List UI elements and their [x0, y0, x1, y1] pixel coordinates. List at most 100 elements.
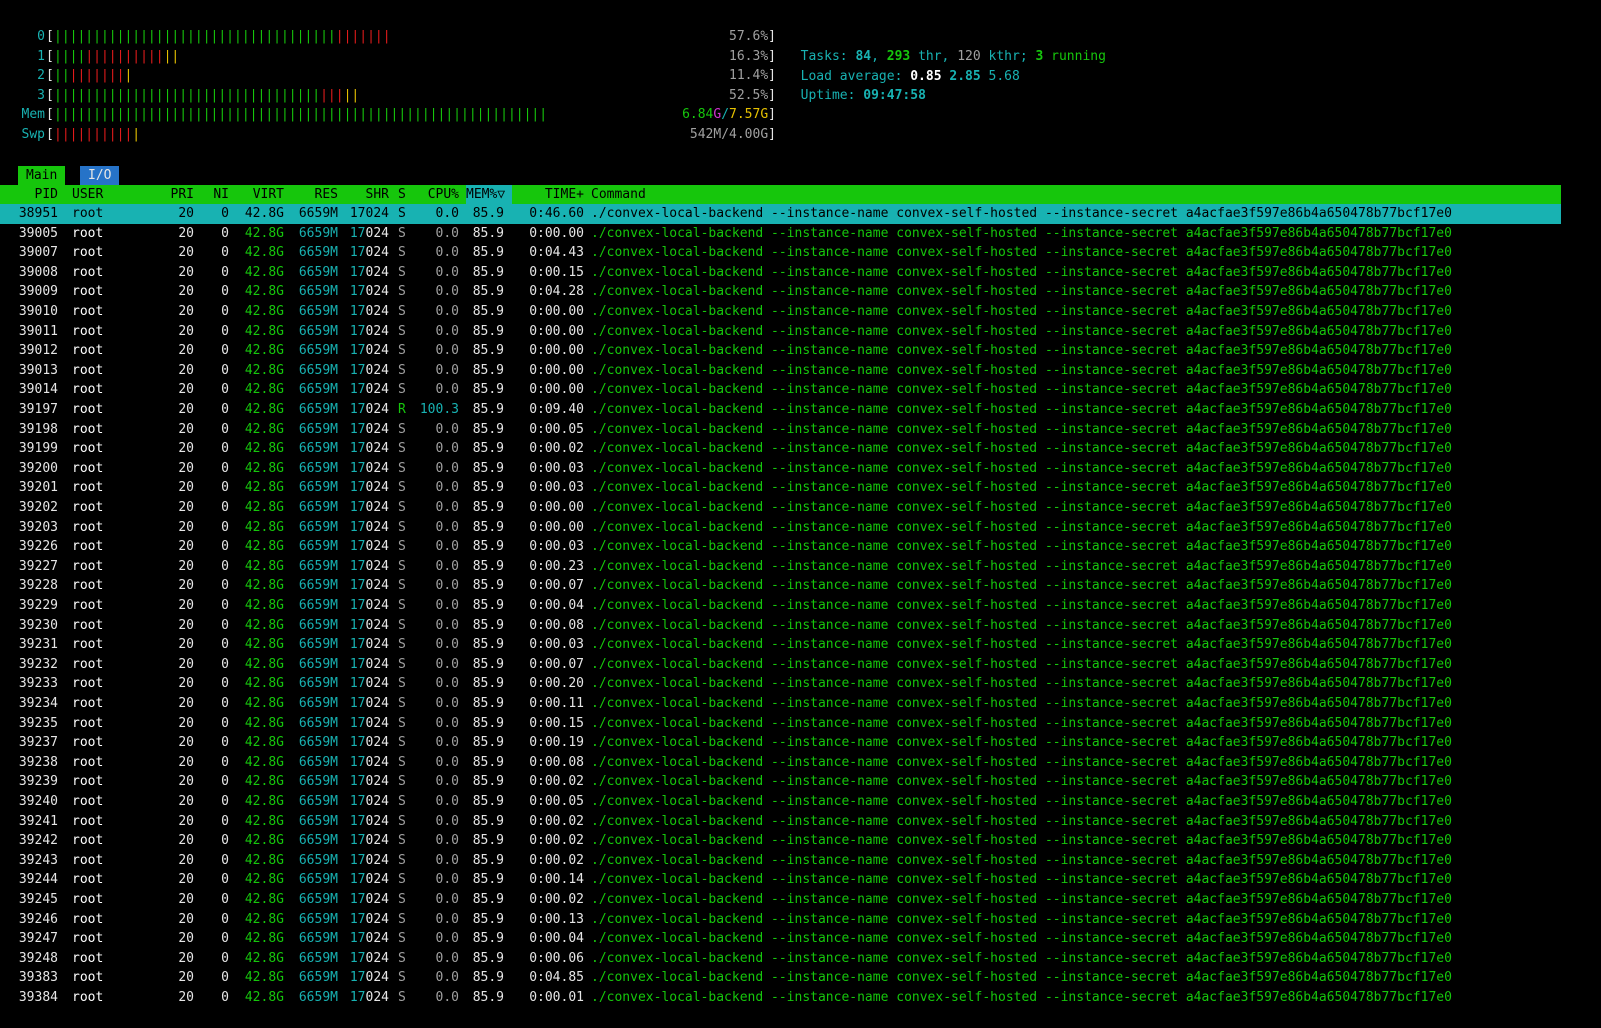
table-row[interactable]: 39231 root 20 0 42.8G 6659M 17024 S 0.0 85.9 0:00.…: [0, 635, 1561, 655]
table-row[interactable]: 39383 root 20 0 42.8G 6659M 17024 S 0.0 85.9 0:04.…: [0, 968, 1561, 988]
table-row[interactable]: 39238 root 20 0 42.8G 6659M 17024 S 0.0 85.9 0:00.…: [0, 753, 1561, 773]
user-cell: root: [72, 892, 104, 907]
table-row[interactable]: 39233 root 20 0 42.8G 6659M 17024 S 0.0 85.9 0:00.…: [0, 674, 1561, 694]
nice-cell: 0: [221, 715, 229, 731]
table-row[interactable]: 39013 root 20 0 42.8G 6659M 17024 S 0.0 85.9 0:00.…: [0, 361, 1561, 381]
table-row[interactable]: 39201 root 20 0 42.8G 6659M 17024 S 0.0 85.9 0:00.…: [0, 478, 1561, 498]
table-row[interactable]: 39248 root 20 0 42.8G 6659M 17024 S 0.0 85.9 0:00.…: [0, 949, 1561, 969]
table-row[interactable]: 39234 root 20 0 42.8G 6659M 17024 S 0.0 85.9 0:00.…: [0, 694, 1561, 714]
res-cell-value: 6659: [298, 441, 331, 457]
table-row[interactable]: 39244 root 20 0 42.8G 6659M 17024 S 0.0 85.9 0:00.…: [0, 870, 1561, 890]
table-row[interactable]: 39241 root 20 0 42.8G 6659M 17024 S 0.0 85.9 0:00.…: [0, 812, 1561, 832]
column-mem-sorted[interactable]: MEM%▽: [466, 185, 512, 204]
table-row[interactable]: 39232 root 20 0 42.8G 6659M 17024 S 0.0 85.9 0:00.…: [0, 655, 1561, 675]
table-row[interactable]: 39246 root 20 0 42.8G 6659M 17024 S 0.0 85.9 0:00.…: [0, 910, 1561, 930]
cpu2-meter-label: 2: [37, 68, 45, 83]
column-pri[interactable]: PRI: [168, 185, 194, 204]
column-shr[interactable]: SHR: [343, 185, 389, 204]
user-cell: root: [72, 715, 104, 731]
table-row[interactable]: 39202 root 20 0 42.8G 6659M 17024 S 0.0 85.9 0:00.…: [0, 498, 1561, 518]
column-pid[interactable]: PID: [0, 185, 58, 204]
cpu2-meter-bar-user: ||: [54, 68, 70, 83]
shr-cell: 17024: [343, 498, 389, 518]
res-cell: 6659M: [290, 576, 338, 596]
shr-cell: 17024: [343, 557, 389, 577]
table-row[interactable]: 39227 root 20 0 42.8G 6659M 17024 S 0.0 85.9 0:00.…: [0, 557, 1561, 577]
table-row[interactable]: 39012 root 20 0 42.8G 6659M 17024 S 0.0 85.9 0:00.…: [0, 341, 1561, 361]
table-row[interactable]: 39239 root 20 0 42.8G 6659M 17024 S 0.0 85.9 0:00.…: [0, 772, 1561, 792]
table-row[interactable]: 39243 root 20 0 42.8G 6659M 17024 S 0.0 85.9 0:00.…: [0, 851, 1561, 871]
command-cell: ./convex-local-backend --instance-name c…: [591, 676, 1452, 692]
table-row[interactable]: 39197 root 20 0 42.8G 6659M 17024 R 100.3 85.9 0:0…: [0, 400, 1561, 420]
table-row[interactable]: 39240 root 20 0 42.8G 6659M 17024 S 0.0 85.9 0:00.…: [0, 792, 1561, 812]
table-row[interactable]: 39228 root 20 0 42.8G 6659M 17024 S 0.0 85.9 0:00.…: [0, 576, 1561, 596]
table-row[interactable]: 39014 root 20 0 42.8G 6659M 17024 S 0.0 85.9 0:00.…: [0, 380, 1561, 400]
column-cpu[interactable]: CPU%: [413, 185, 459, 204]
mem-meter-label: Mem: [21, 107, 45, 122]
user-cell: root: [72, 774, 104, 790]
table-row[interactable]: 39245 root 20 0 42.8G 6659M 17024 S 0.0 85.9 0:00.…: [0, 890, 1561, 910]
table-row[interactable]: 39237 root 20 0 42.8G 6659M 17024 S 0.0 85.9 0:00.…: [0, 733, 1561, 753]
table-row[interactable]: 39008 root 20 0 42.8G 6659M 17024 S 0.0 85.9 0:00.…: [0, 263, 1561, 283]
table-row[interactable]: 39009 root 20 0 42.8G 6659M 17024 S 0.0 85.9 0:04.…: [0, 282, 1561, 302]
command-cell: ./convex-local-backend --instance-name c…: [591, 715, 1452, 731]
table-row[interactable]: 39200 root 20 0 42.8G 6659M 17024 S 0.0 85.9 0:00.…: [0, 459, 1561, 479]
mem-cell: 85.9: [472, 852, 504, 868]
priority-cell: 20: [178, 990, 194, 1005]
res-cell-unit: M: [330, 852, 338, 868]
shr-cell-low: 024: [365, 362, 389, 378]
table-row[interactable]: 39229 root 20 0 42.8G 6659M 17024 S 0.0 85.9 0:00.…: [0, 596, 1561, 616]
column-user[interactable]: USER: [72, 185, 103, 204]
table-row[interactable]: 39011 root 20 0 42.8G 6659M 17024 S 0.0 85.9 0:00.…: [0, 322, 1561, 342]
table-row[interactable]: 39007 root 20 0 42.8G 6659M 17024 S 0.0 85.9 0:04.…: [0, 243, 1561, 263]
table-row[interactable]: 39198 root 20 0 42.8G 6659M 17024 S 0.0 85.9 0:00.…: [0, 420, 1561, 440]
column-time[interactable]: TIME+: [512, 185, 584, 204]
column-virt[interactable]: VIRT: [238, 185, 284, 204]
res-cell-value: 6659: [298, 362, 331, 378]
table-row[interactable]: 39247 root 20 0 42.8G 6659M 17024 S 0.0 85.9 0:00.…: [0, 929, 1561, 949]
shr-cell-low: 024: [365, 500, 389, 515]
state-cell: S: [398, 500, 406, 515]
res-cell-unit: M: [330, 519, 338, 535]
column-command[interactable]: Command: [591, 185, 646, 204]
pid-cell: 39201: [18, 480, 58, 496]
command-cell: ./convex-local-backend --instance-name c…: [591, 304, 1452, 319]
state-cell: S: [398, 950, 406, 966]
column-state[interactable]: S: [398, 185, 408, 204]
table-row[interactable]: 39242 root 20 0 42.8G 6659M 17024 S 0.0 85.9 0:00.…: [0, 831, 1561, 851]
res-cell-unit: M: [330, 264, 338, 280]
res-cell-value: 6659: [298, 637, 331, 653]
cpu-cell: 0.0: [435, 637, 459, 653]
res-cell-unit: M: [330, 500, 338, 515]
cpu-cell: 0.0: [435, 362, 459, 378]
command-cell: ./convex-local-backend --instance-name c…: [591, 206, 1452, 221]
table-row[interactable]: 39235 root 20 0 42.8G 6659M 17024 S 0.0 85.9 0:00.…: [0, 714, 1561, 734]
state-cell: S: [398, 617, 406, 633]
nice-cell: 0: [221, 833, 229, 849]
table-row[interactable]: 39010 root 20 0 42.8G 6659M 17024 S 0.0 85.9 0:00.…: [0, 302, 1561, 322]
mem-cell: 85.9: [472, 637, 504, 653]
table-row[interactable]: 39226 root 20 0 42.8G 6659M 17024 S 0.0 85.9 0:00.…: [0, 537, 1561, 557]
table-row[interactable]: 39230 root 20 0 42.8G 6659M 17024 S 0.0 85.9 0:00.…: [0, 616, 1561, 636]
table-row[interactable]: 39005 root 20 0 42.8G 6659M 17024 S 0.0 85.9 0:00.…: [0, 224, 1561, 244]
command-cell: ./convex-local-backend --instance-name c…: [591, 950, 1452, 966]
shr-cell-high: 17: [349, 519, 366, 535]
column-res[interactable]: RES: [290, 185, 338, 204]
table-row[interactable]: 39384 root 20 0 42.8G 6659M 17024 S 0.0 85.9 0:00.…: [0, 988, 1561, 1008]
command-cell: ./convex-local-backend --instance-name c…: [591, 441, 1452, 457]
res-cell-unit: M: [330, 441, 338, 457]
shr-cell-low: 024: [365, 480, 389, 496]
tab-main[interactable]: Main: [18, 166, 66, 186]
nice-cell: 0: [221, 264, 229, 280]
table-row[interactable]: 39199 root 20 0 42.8G 6659M 17024 S 0.0 85.9 0:00.…: [0, 439, 1561, 459]
table-row-selected[interactable]: 38951 root 20 0 42.8G 6659M 17024 S 0.0 85.9 0:46.…: [0, 204, 1561, 224]
priority-cell: 20: [178, 323, 194, 339]
uptime-label: Uptime:: [800, 88, 856, 103]
cpu0-meter-bar-user: ||||||||||||||||||||||||||||||||||||: [54, 29, 336, 44]
time-cell: 0:00.02: [529, 441, 584, 457]
cpu3-meter-value: 52.5%]: [560, 86, 776, 106]
tab-io[interactable]: I/O: [80, 166, 120, 186]
res-cell: 6659M: [290, 557, 338, 577]
table-row[interactable]: 39203 root 20 0 42.8G 6659M 17024 S 0.0 85.9 0:00.…: [0, 518, 1561, 538]
column-ni[interactable]: NI: [205, 185, 229, 204]
